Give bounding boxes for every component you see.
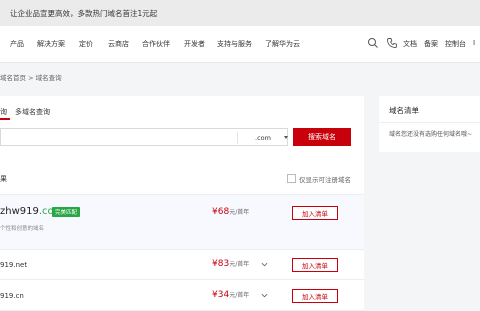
nav-item-about[interactable]: 了解华为云 [265,39,300,49]
top-nav: 产品 解决方案 定价 云商店 合作伙伴 开发者 支持与服务 了解华为云 文档 备… [0,26,480,63]
domain-search-input[interactable]: .com [0,128,288,146]
breadcrumb: 域名首页 > 域名查询 [0,72,62,82]
promo-text: 让企业品宣更高效，多款热门域名首注1元起 [10,9,158,18]
cart-empty-message: 域名您还没有选购任何域名哦~ [389,131,473,138]
featured-domain-name: zhw919 [0,206,39,217]
search-domain-button[interactable]: 搜索域名 [293,128,351,146]
nav-docs[interactable]: 文档 [403,39,417,49]
suffix-select[interactable]: .com [255,134,271,142]
match-badge: 完美匹配 [52,207,81,217]
promo-banner: 让企业品宣更高效，多款热门域名首注1元起 [0,0,480,26]
result-price-value: ¥34 [212,290,230,300]
result-price: ¥83元/首年 [212,259,249,269]
add-to-list-button[interactable]: 加入清单 [292,206,338,220]
tab-single-search[interactable]: 询 [0,107,7,117]
result-price-unit: 元/首年 [229,261,250,268]
nav-console[interactable]: 控制台 [445,39,466,49]
nav-item-developers[interactable]: 开发者 [184,39,205,49]
nav-item-solutions[interactable]: 解决方案 [37,39,65,49]
chevron-down-icon[interactable] [284,136,288,139]
result-row: 919.cn ¥34元/首年 加入清单 [0,282,364,311]
result-domain: 919.net [0,261,28,269]
nav-item-support[interactable]: 支持与服务 [217,39,252,49]
result-price-unit: 元/首年 [229,292,250,299]
featured-price-unit: 元/首年 [229,209,250,216]
nav-item-marketplace[interactable]: 云商店 [108,39,129,49]
cart-divider [379,122,480,123]
tab-multi-search[interactable]: 多域名查询 [15,107,50,117]
result-price-value: ¥83 [212,259,230,269]
nav-item-products[interactable]: 产品 [10,39,24,49]
domain-cart-panel: 域名清单 域名您还没有选购任何域名哦~ [379,96,480,152]
nav-item-partners[interactable]: 合作伙伴 [142,39,170,49]
featured-price: ¥68元/首年 [212,207,249,217]
breadcrumb-separator: > [28,74,34,82]
featured-price-value: ¥68 [212,207,230,217]
breadcrumb-home[interactable]: 域名首页 [0,74,26,82]
search-icon[interactable] [367,37,379,49]
add-to-list-button[interactable]: 加入清单 [292,289,338,303]
expand-chevron-icon[interactable] [261,261,268,268]
suffix-divider [237,132,238,144]
results-heading: 果 [0,175,7,183]
domain-search-panel: 询 多域名查询 .com 搜索域名 果 仅显示可注册域名 zhw919.com … [0,96,364,311]
add-to-list-button[interactable]: 加入清单 [292,258,338,272]
nav-more[interactable]: I [473,39,475,47]
result-domain: 919.cn [0,292,24,300]
cart-title: 域名清单 [389,106,419,115]
result-row: 919.net ¥83元/首年 加入清单 [0,251,364,280]
available-only-checkbox[interactable] [287,174,296,183]
nav-filing[interactable]: 备案 [424,39,438,49]
available-only-label[interactable]: 仅显示可注册域名 [299,174,351,184]
nav-item-pricing[interactable]: 定价 [79,39,93,49]
expand-chevron-icon[interactable] [261,292,268,299]
breadcrumb-current: 域名查询 [35,74,62,82]
result-price: ¥34元/首年 [212,290,249,300]
featured-result-row: zhw919.com 完美匹配 个性和创意的域名 ¥68元/首年 加入清单 [0,194,364,250]
phone-icon[interactable] [386,37,398,49]
active-tab-indicator [0,118,10,120]
featured-description: 个性和创意的域名 [0,226,45,232]
